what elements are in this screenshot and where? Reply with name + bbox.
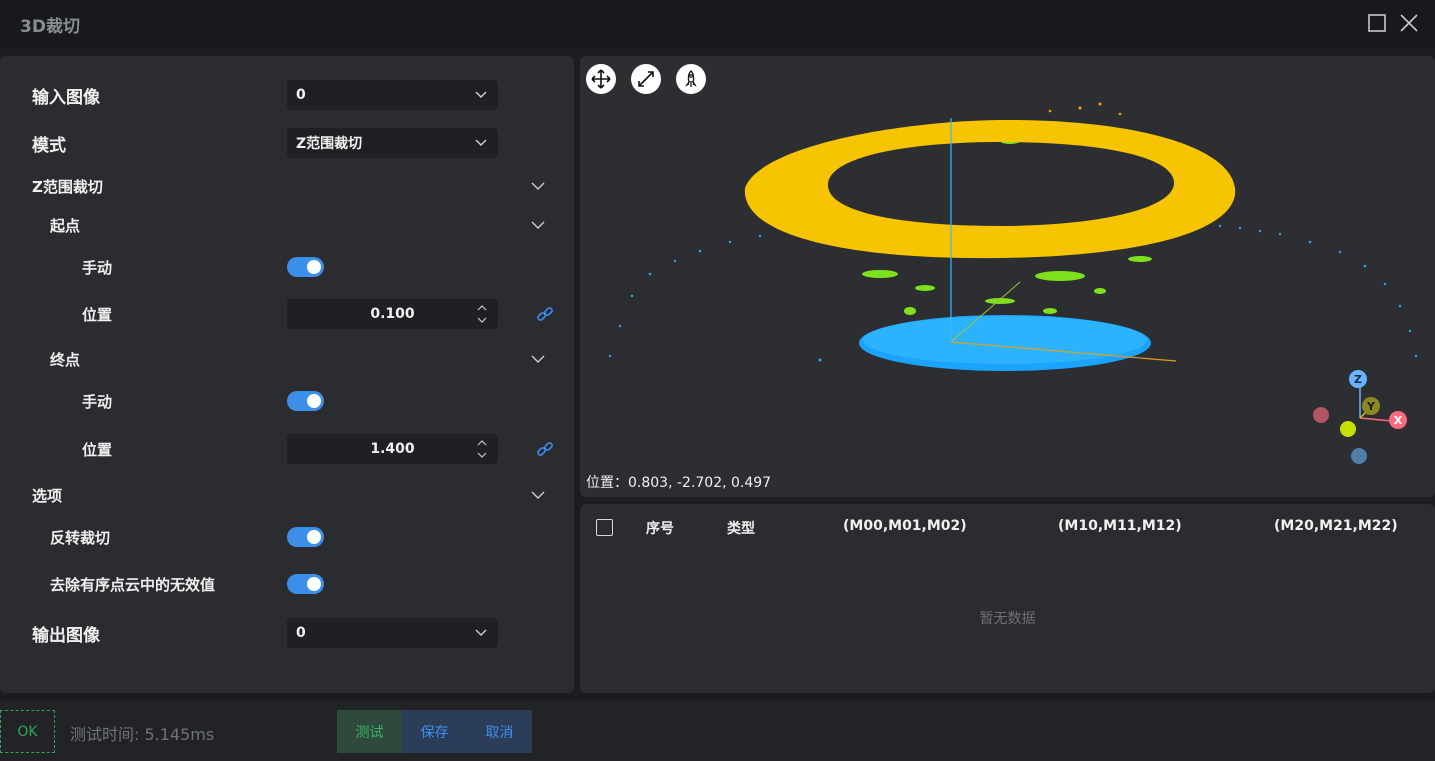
end-manual-label: 手动 bbox=[82, 392, 113, 411]
column-header-row2: (M20,M21,M22) bbox=[1274, 518, 1398, 534]
point-cloud-canvas: Z Y X bbox=[608, 102, 1418, 464]
spinner-arrows-icon[interactable] bbox=[476, 302, 488, 326]
output-image-row: 输出图像 0 bbox=[0, 618, 574, 648]
column-header-row0: (M00,M01,M02) bbox=[843, 518, 967, 534]
options-section-label: 选项 bbox=[32, 486, 63, 505]
output-image-select[interactable]: 0 bbox=[287, 618, 498, 648]
end-manual-toggle[interactable] bbox=[287, 391, 324, 411]
close-icon[interactable] bbox=[1398, 12, 1420, 34]
chevron-down-icon[interactable] bbox=[530, 218, 546, 232]
table-header: 序号 类型 (M00,M01,M02) (M10,M11,M12) (M20,M… bbox=[580, 504, 1435, 548]
invert-crop-label: 反转裁切 bbox=[50, 528, 111, 547]
toggle-knob bbox=[307, 577, 321, 591]
output-image-label: 输出图像 bbox=[32, 625, 100, 646]
title-bar: 3D裁切 bbox=[0, 0, 1435, 48]
ok-status-button[interactable]: OK bbox=[0, 710, 55, 753]
end-section-label: 终点 bbox=[50, 350, 81, 369]
end-position-value: 1.400 bbox=[370, 441, 415, 457]
top-ring bbox=[744, 119, 1236, 259]
toggle-knob bbox=[307, 530, 321, 544]
chevron-down-icon[interactable] bbox=[530, 488, 546, 502]
bottom-disk-highlight bbox=[863, 316, 1147, 364]
save-button[interactable]: 保存 bbox=[402, 710, 467, 753]
invert-crop-toggle[interactable] bbox=[287, 527, 324, 547]
mode-select[interactable]: Z范围裁切 bbox=[287, 128, 498, 158]
maximize-icon[interactable] bbox=[1366, 12, 1388, 34]
mode-value: Z范围裁切 bbox=[296, 136, 363, 152]
output-image-value: 0 bbox=[296, 625, 306, 641]
column-header-type: 类型 bbox=[727, 521, 755, 537]
end-position-input[interactable]: 1.400 bbox=[287, 434, 498, 464]
start-section-label: 起点 bbox=[50, 216, 81, 235]
input-image-label: 输入图像 bbox=[32, 87, 100, 108]
gizmo-x-label: X bbox=[1394, 414, 1403, 427]
link-icon[interactable] bbox=[536, 440, 554, 458]
window-title: 3D裁切 bbox=[20, 16, 80, 37]
cursor-position-readout: 位置：0.803, -2.702, 0.497 bbox=[586, 475, 772, 491]
z-range-section-label: Z范围裁切 bbox=[32, 177, 103, 196]
spinner-arrows-icon[interactable] bbox=[476, 437, 488, 461]
invert-crop-row: 反转裁切 bbox=[0, 522, 574, 552]
chevron-down-icon[interactable] bbox=[530, 352, 546, 366]
mode-row: 模式 Z范围裁切 bbox=[0, 128, 574, 158]
footer-bar: OK 测试时间: 5.145ms 测试 保存 取消 bbox=[0, 700, 1435, 761]
dialog-window: 3D裁切 输入图像 0 模式 Z范围裁切 Z范围裁切 起点 手动 位置 0.10… bbox=[0, 0, 1435, 761]
input-image-row: 输入图像 0 bbox=[0, 80, 574, 110]
end-section-header[interactable]: 终点 bbox=[0, 344, 574, 374]
settings-panel: 输入图像 0 模式 Z范围裁切 Z范围裁切 起点 手动 位置 0.100 终点 … bbox=[0, 56, 574, 693]
toggle-knob bbox=[307, 260, 321, 274]
end-position-label: 位置 bbox=[82, 440, 113, 459]
gizmo-y-label: Y bbox=[1366, 400, 1376, 413]
orange-points bbox=[1048, 102, 1122, 116]
options-section-header[interactable]: 选项 bbox=[0, 480, 574, 510]
start-position-row: 位置 0.100 bbox=[0, 299, 574, 329]
chevron-down-icon bbox=[475, 91, 487, 98]
remove-invalid-row: 去除有序点云中的无效值 bbox=[0, 569, 574, 599]
start-position-value: 0.100 bbox=[370, 306, 415, 322]
end-manual-row: 手动 bbox=[0, 386, 574, 416]
point-cloud-viewer[interactable]: Z Y X 位置：0.803, -2.702, 0.497 bbox=[580, 56, 1435, 497]
link-icon[interactable] bbox=[536, 305, 554, 323]
cancel-button[interactable]: 取消 bbox=[467, 710, 532, 753]
remove-invalid-toggle[interactable] bbox=[287, 574, 324, 594]
input-image-select[interactable]: 0 bbox=[287, 80, 498, 110]
start-manual-toggle[interactable] bbox=[287, 257, 324, 277]
toggle-knob bbox=[307, 394, 321, 408]
column-header-row1: (M10,M11,M12) bbox=[1058, 518, 1182, 534]
start-manual-row: 手动 bbox=[0, 252, 574, 282]
end-position-row: 位置 1.400 bbox=[0, 434, 574, 464]
empty-state-text: 暂无数据 bbox=[979, 611, 1036, 627]
gizmo-z-label: Z bbox=[1354, 373, 1362, 386]
input-image-value: 0 bbox=[296, 87, 306, 103]
chevron-down-icon[interactable] bbox=[530, 179, 546, 193]
chevron-down-icon bbox=[475, 629, 487, 636]
chevron-down-icon bbox=[475, 139, 487, 146]
test-time-text: 测试时间: 5.145ms bbox=[70, 725, 215, 744]
select-all-checkbox[interactable] bbox=[596, 519, 613, 536]
z-range-section-header[interactable]: Z范围裁切 bbox=[0, 171, 574, 201]
axis-gizmo[interactable]: Z Y X bbox=[1313, 370, 1407, 464]
mode-label: 模式 bbox=[32, 135, 66, 156]
column-header-index: 序号 bbox=[646, 521, 674, 537]
start-position-label: 位置 bbox=[82, 305, 113, 324]
test-button[interactable]: 测试 bbox=[337, 710, 402, 753]
start-section-header[interactable]: 起点 bbox=[0, 210, 574, 240]
matrix-table: 序号 类型 (M00,M01,M02) (M10,M11,M12) (M20,M… bbox=[580, 504, 1435, 693]
remove-invalid-label: 去除有序点云中的无效值 bbox=[50, 575, 216, 594]
start-position-input[interactable]: 0.100 bbox=[287, 299, 498, 329]
start-manual-label: 手动 bbox=[82, 258, 113, 277]
